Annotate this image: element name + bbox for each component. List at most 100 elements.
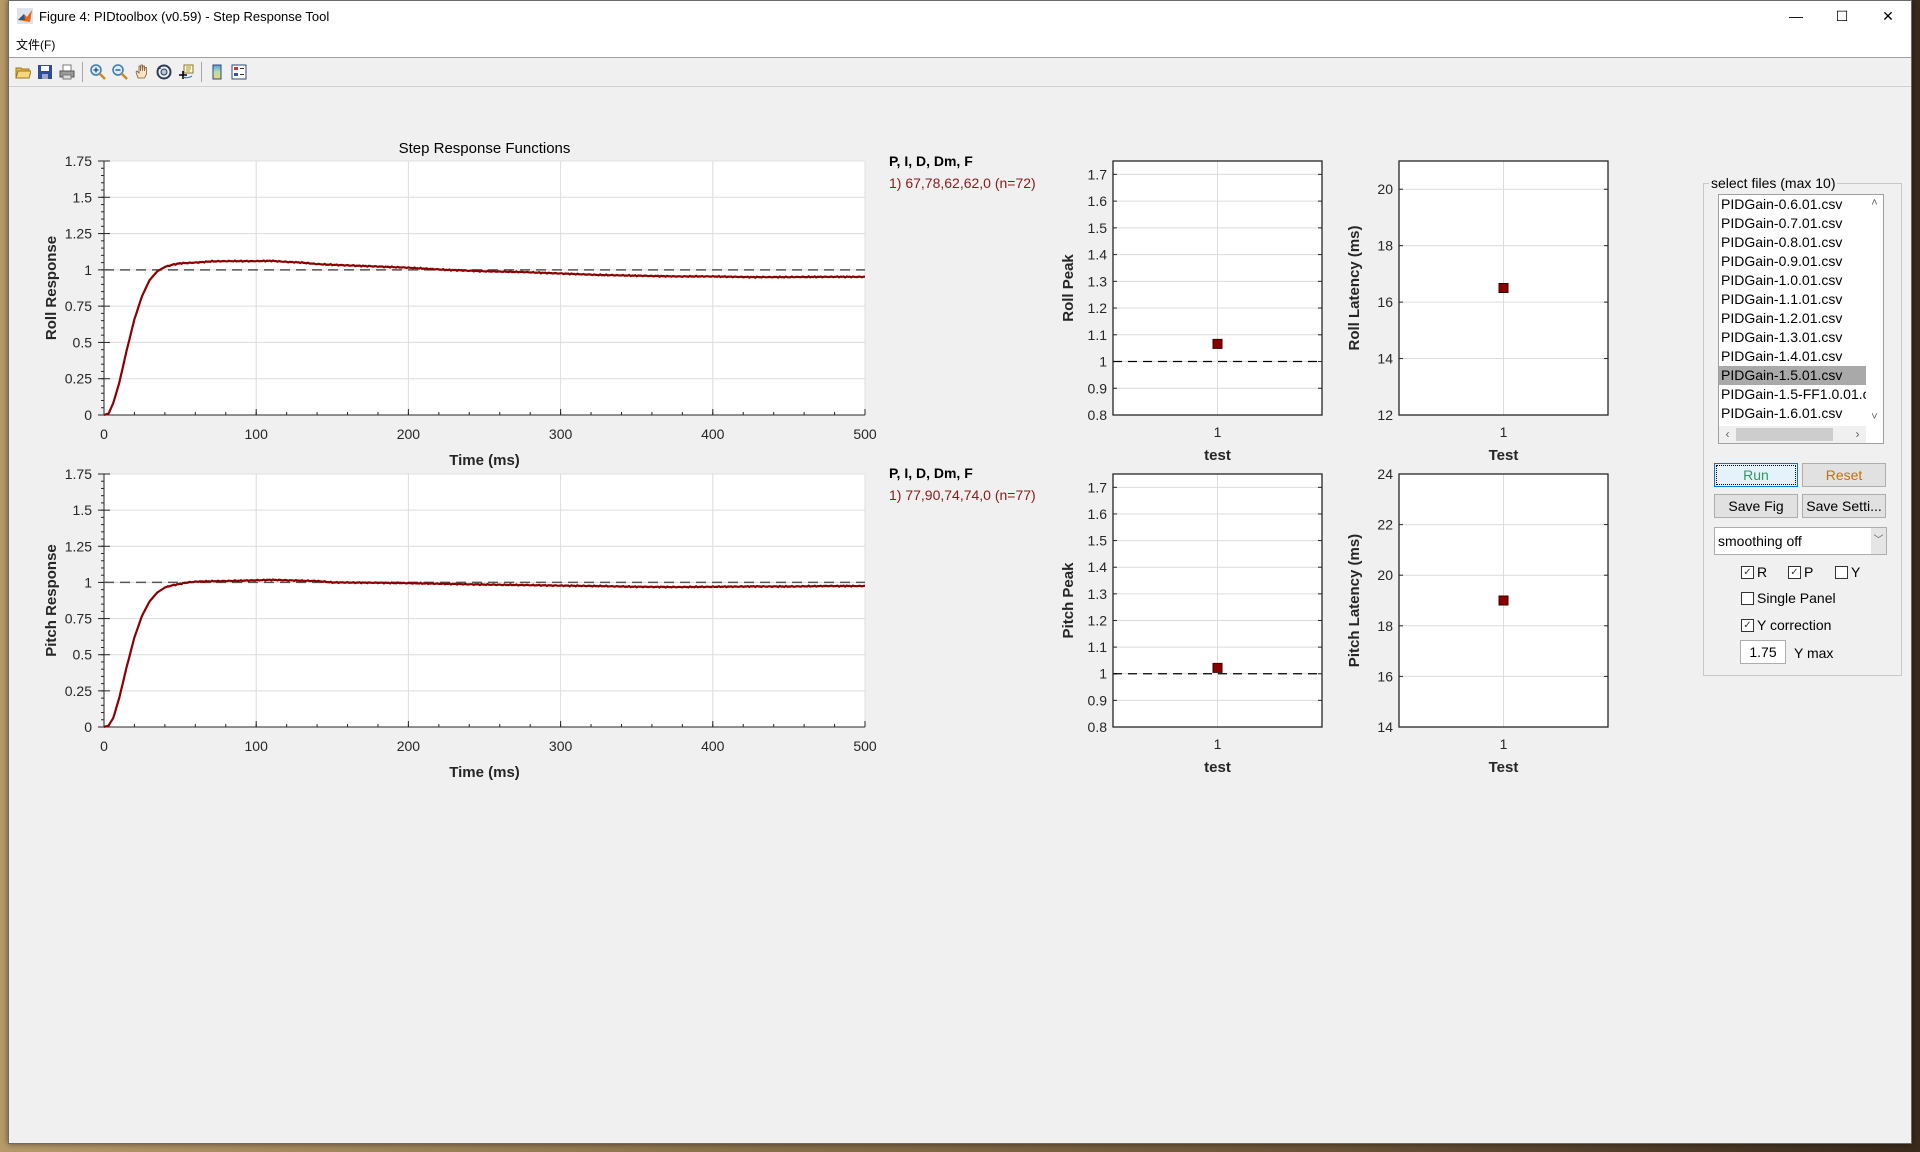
pan-button[interactable] xyxy=(131,61,153,83)
chart-title: Step Response Functions xyxy=(399,140,571,157)
file-list-item[interactable]: PIDGain-0.8.01.csv xyxy=(1719,233,1867,252)
y-tick-label: 1.1 xyxy=(1088,327,1108,343)
x-tick-label: 0 xyxy=(100,426,108,442)
y-tick-label: 0.5 xyxy=(73,334,93,350)
print-icon xyxy=(59,64,75,80)
save-fig-button[interactable]: Save Fig xyxy=(1714,494,1798,518)
file-list-item[interactable]: PIDGain-1.1.01.csv xyxy=(1719,290,1867,309)
y-tick-label: 0.25 xyxy=(65,683,92,699)
x-tick-label: 300 xyxy=(549,426,573,442)
y-tick-label: 1.4 xyxy=(1088,559,1108,575)
checkbox-p[interactable]: ✓ P xyxy=(1788,564,1813,580)
x-axis-label: Time (ms) xyxy=(449,452,520,469)
checkbox-r-box[interactable]: ✓ xyxy=(1741,565,1754,579)
legend-button[interactable] xyxy=(228,61,250,83)
y-tick-label: 1.75 xyxy=(65,153,92,169)
file-list-item[interactable]: PIDGain-0.7.01.csv xyxy=(1719,214,1867,233)
smoothing-dropdown[interactable]: smoothing off ﹀ xyxy=(1714,527,1887,555)
zoom-out-button[interactable] xyxy=(109,61,131,83)
checkbox-single-panel[interactable]: Single Panel xyxy=(1741,590,1836,606)
y-tick-label: 1.6 xyxy=(1088,193,1108,209)
y-axis-label: Roll Latency (ms) xyxy=(1346,225,1363,350)
x-tick-label: 1 xyxy=(1500,424,1508,440)
y-tick-label: 1.4 xyxy=(1088,247,1108,263)
x-tick-label: 100 xyxy=(245,426,269,442)
minimize-button[interactable]: — xyxy=(1773,1,1819,31)
file-list-item[interactable]: PIDGain-0.9.01.csv xyxy=(1719,252,1867,271)
data-cursor-button[interactable] xyxy=(175,61,197,83)
data-point xyxy=(1212,662,1223,673)
reset-button[interactable]: Reset xyxy=(1802,463,1886,487)
pan-hand-icon xyxy=(135,64,147,79)
open-file-button[interactable] xyxy=(12,61,34,83)
checkbox-y-correction-box[interactable]: ✓ xyxy=(1741,618,1754,632)
file-list-item[interactable]: PIDGain-1.3.01.csv xyxy=(1719,328,1867,347)
zoom-in-button[interactable] xyxy=(87,61,109,83)
x-tick-label: 1 xyxy=(1214,736,1222,752)
maximize-icon: ☐ xyxy=(1835,7,1849,24)
scroll-right-icon[interactable]: › xyxy=(1849,426,1866,443)
y-tick-label: 1.5 xyxy=(1088,533,1108,549)
print-button[interactable] xyxy=(56,61,78,83)
x-tick-label: 400 xyxy=(701,738,725,754)
scroll-up-icon[interactable]: ˄ xyxy=(1866,195,1883,212)
menu-file[interactable]: 文件(F) xyxy=(16,36,55,53)
y-tick-label: 0.8 xyxy=(1088,719,1108,735)
file-list-item[interactable]: PIDGain-1.5-FF1.0.01.csv xyxy=(1719,385,1867,404)
zoom-out-icon xyxy=(112,64,128,80)
y-tick-label: 1.5 xyxy=(73,502,93,518)
checkbox-y-correction-label: Y correction xyxy=(1757,617,1832,633)
maximize-button[interactable]: ☐ xyxy=(1819,1,1865,31)
roll-legend: P, I, D, Dm, F 1) 67,78,62,62,0 (n=72) xyxy=(889,153,1036,191)
x-tick-label: 100 xyxy=(245,738,269,754)
ymax-input[interactable]: 1.75 xyxy=(1740,640,1786,664)
close-button[interactable]: ✕ xyxy=(1865,1,1911,31)
save-button[interactable] xyxy=(34,61,56,83)
file-list-item[interactable]: PIDGain-1.0.01.csv xyxy=(1719,271,1867,290)
x-tick-label: 200 xyxy=(397,426,421,442)
y-tick-label: 1 xyxy=(84,262,92,278)
checkbox-r[interactable]: ✓ R xyxy=(1741,564,1767,580)
y-tick-label: 1.6 xyxy=(1088,506,1108,522)
colorbar-button[interactable] xyxy=(206,61,228,83)
colorbar-icon xyxy=(212,64,222,80)
file-listbox[interactable]: PIDGain-0.6.01.csv PIDGain-0.7.01.csv PIDG… xyxy=(1718,194,1884,444)
file-list-item[interactable]: PIDGain-1.6.01.csv xyxy=(1719,404,1867,423)
vertical-scrollbar[interactable]: ˄ ˅ xyxy=(1866,195,1883,426)
data-cursor-icon xyxy=(179,64,194,79)
horizontal-scroll-thumb[interactable] xyxy=(1736,428,1833,441)
y-tick-label: 18 xyxy=(1377,238,1393,254)
y-tick-label: 0.25 xyxy=(65,371,92,387)
file-list-item[interactable]: PIDGain-1.4.01.csv xyxy=(1719,347,1867,366)
data-point xyxy=(1212,338,1223,349)
checkbox-y[interactable]: Y xyxy=(1835,564,1860,580)
y-tick-label: 0.75 xyxy=(65,611,92,627)
checkbox-y-box[interactable] xyxy=(1835,565,1848,579)
y-tick-label: 0 xyxy=(84,407,92,423)
y-tick-label: 1.5 xyxy=(73,189,93,205)
checkbox-y-label: Y xyxy=(1851,564,1861,580)
roll-legend-header: P, I, D, Dm, F xyxy=(889,153,973,169)
checkbox-y-correction[interactable]: ✓ Y correction xyxy=(1741,617,1831,633)
y-tick-label: 1.1 xyxy=(1088,639,1108,655)
horizontal-scrollbar[interactable]: ‹ › xyxy=(1719,426,1866,443)
panel-title: select files (max 10) xyxy=(1709,175,1838,191)
x-axis-label: test xyxy=(1204,447,1231,464)
run-button[interactable]: Run xyxy=(1714,463,1798,487)
checkbox-p-box[interactable]: ✓ xyxy=(1788,565,1801,579)
y-tick-label: 1 xyxy=(1099,666,1107,682)
save-settings-button[interactable]: Save Setti... xyxy=(1802,494,1886,518)
pitch-legend-header: P, I, D, Dm, F xyxy=(889,465,973,481)
y-tick-label: 0.75 xyxy=(65,298,92,314)
checkbox-single-panel-box[interactable] xyxy=(1741,591,1754,605)
y-tick-label: 1.25 xyxy=(65,226,92,242)
file-list-item[interactable]: PIDGain-0.6.01.csv xyxy=(1719,195,1867,214)
scroll-left-icon[interactable]: ‹ xyxy=(1719,426,1736,443)
file-list-item[interactable]: PIDGain-1.5.01.csv xyxy=(1719,366,1867,385)
scroll-down-icon[interactable]: ˅ xyxy=(1866,409,1883,426)
rotate-button[interactable] xyxy=(153,61,175,83)
y-tick-label: 1.75 xyxy=(65,466,92,482)
plot-area xyxy=(103,473,866,728)
toolbar-separator xyxy=(201,62,202,82)
file-list-item[interactable]: PIDGain-1.2.01.csv xyxy=(1719,309,1867,328)
